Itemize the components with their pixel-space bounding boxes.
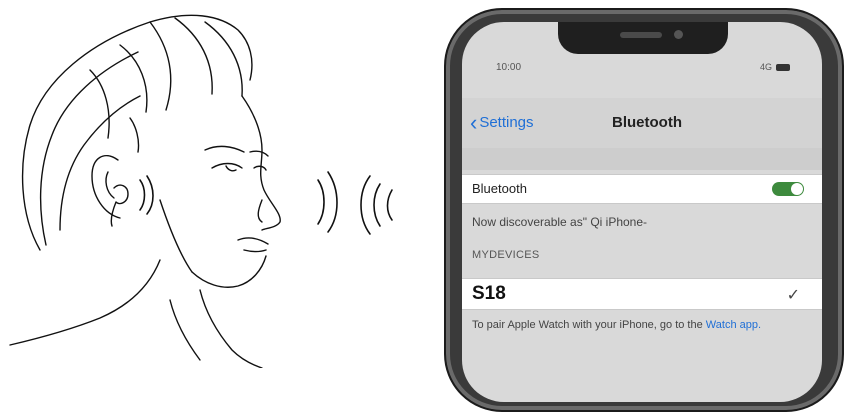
footer-text: To pair Apple Watch with your iPhone, go… <box>472 318 812 333</box>
status-indicators: 4G <box>760 62 790 72</box>
device-name: S18 <box>472 283 506 304</box>
front-camera <box>674 30 683 39</box>
back-button[interactable]: ‹ Settings <box>470 110 534 135</box>
notch <box>558 22 728 54</box>
person-with-earbud-illustration <box>9 14 393 368</box>
back-chevron-icon: ‹ <box>470 110 478 135</box>
checkmark-icon: ✓ <box>786 287 800 304</box>
bluetooth-row: Bluetooth <box>462 174 822 204</box>
footer-body: To pair Apple Watch with your iPhone, go… <box>472 319 703 331</box>
back-label: Settings <box>479 114 534 131</box>
device-row[interactable]: S18 ✓ <box>462 278 822 310</box>
section-header-my-devices: MYDEVICES <box>472 249 540 261</box>
page-title: Bluetooth <box>612 114 682 131</box>
watch-app-link[interactable]: Watch app. <box>706 319 761 331</box>
toggle-knob <box>791 183 803 195</box>
sound-wave-icon <box>139 171 393 235</box>
network-label: 4G <box>759 62 772 72</box>
speaker-grille <box>620 32 662 38</box>
discoverable-text: Now discoverable as" Qi iPhone- <box>472 215 648 229</box>
phone-screen: 10:00 4G ‹ Settings Bluetooth Bluetooth … <box>462 22 822 402</box>
nav-bar: ‹ Settings Bluetooth <box>462 98 822 149</box>
section-gap <box>462 148 822 170</box>
phone-mockup: 10:00 4G ‹ Settings Bluetooth Bluetooth … <box>428 0 847 412</box>
bluetooth-label: Bluetooth <box>472 181 527 196</box>
battery-icon <box>776 63 790 71</box>
bluetooth-toggle[interactable] <box>772 182 804 196</box>
status-time: 10:00 <box>496 62 522 73</box>
